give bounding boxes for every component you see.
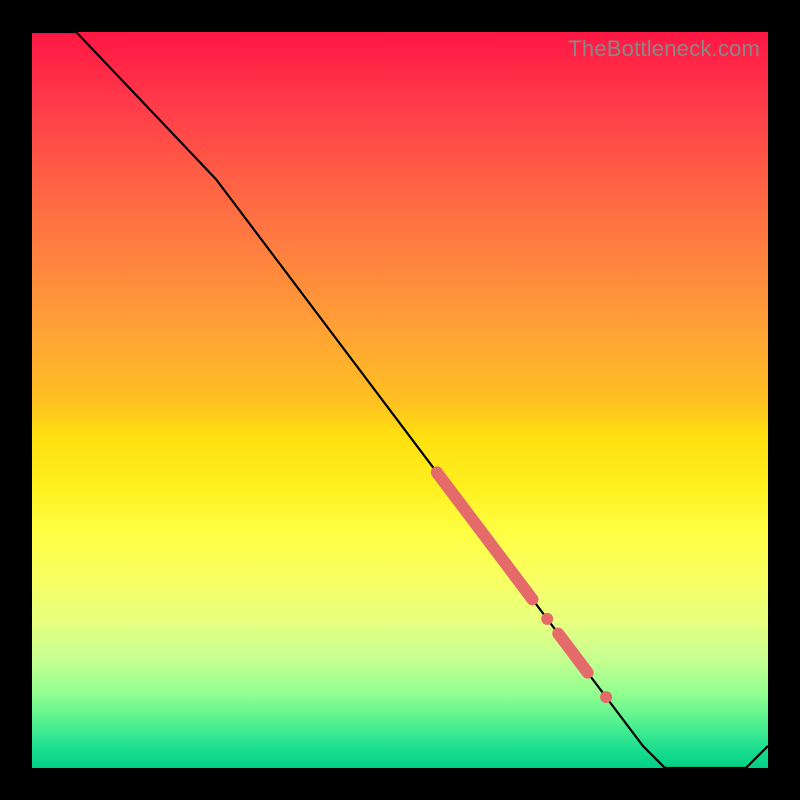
curve-highlights [437, 472, 612, 703]
short-segment [558, 634, 587, 673]
dot-2 [600, 691, 612, 703]
thick-segment [437, 472, 533, 599]
dot-1 [541, 613, 553, 625]
chart-frame: TheBottleneck.com [0, 0, 800, 800]
plot-area: TheBottleneck.com [32, 32, 768, 768]
bottleneck-curve [32, 32, 768, 768]
curve-path [32, 32, 768, 768]
